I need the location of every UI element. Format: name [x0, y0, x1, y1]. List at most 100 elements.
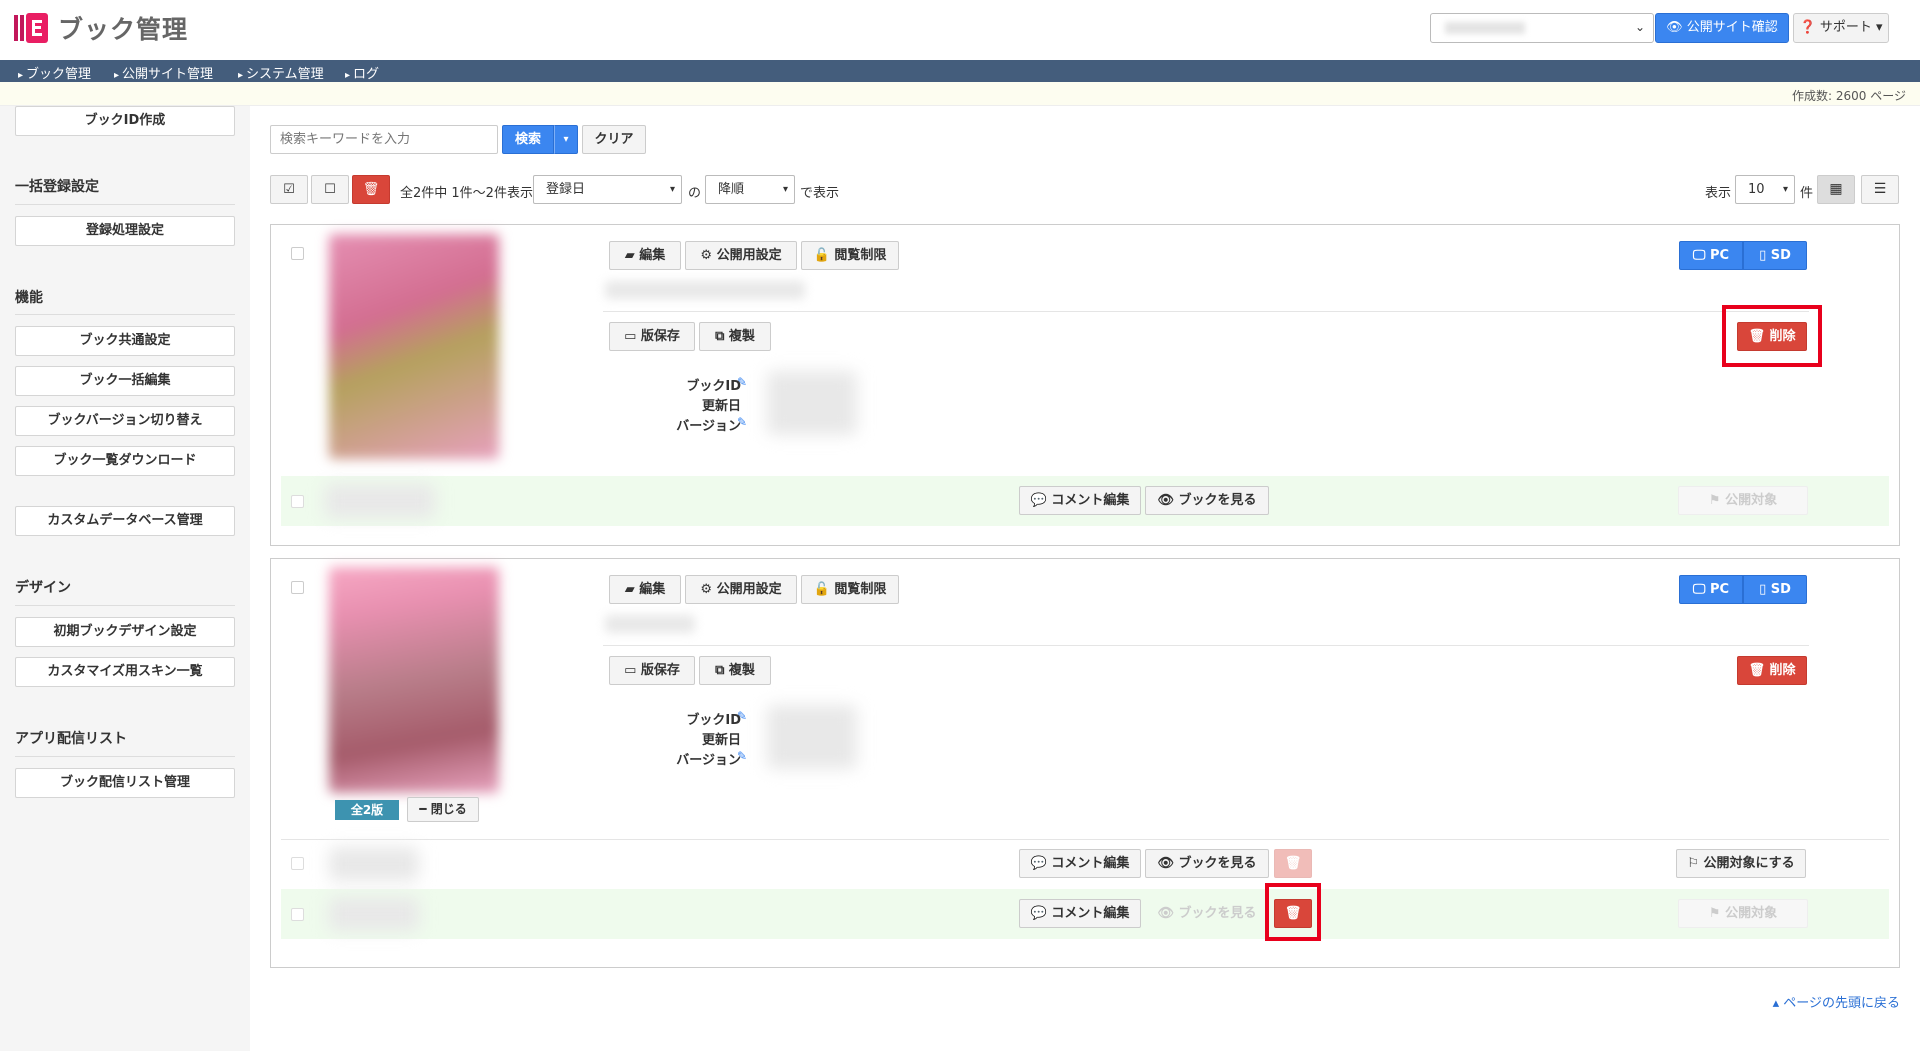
view-book-button-disabled[interactable]: 👁 ブックを見る [1145, 899, 1269, 928]
lock-icon: 🔓 [813, 248, 835, 263]
version-row: 💬 コメント編集 👁 ブックを見る ⚑ 公開対象 [281, 476, 1889, 526]
version-row: 💬 コメント編集 👁 ブックを見る 🗑 ⚑ 公開対象 [281, 883, 1889, 941]
version-select-checkbox[interactable] [291, 857, 304, 870]
copy-icon: ⧉ [715, 329, 729, 344]
sidebar-item-version-switch[interactable]: ブックバージョン切り替え [15, 406, 235, 436]
sidebar-item-initial-design[interactable]: 初期ブックデザイン設定 [15, 617, 235, 647]
duplicate-button[interactable]: ⧉ 複製 [699, 322, 771, 351]
sort-field-select[interactable]: 登録日 ▾ [533, 175, 682, 204]
support-dropdown-button[interactable]: ❓ サポート ▾ [1793, 13, 1889, 43]
pc-view-button[interactable]: 🖵 PC [1679, 575, 1743, 604]
nav-item-public-site[interactable]: 公開サイト管理 [114, 63, 213, 82]
nav-item-log[interactable]: ログ [345, 63, 379, 82]
divider [15, 605, 235, 606]
version-select-checkbox[interactable] [291, 495, 304, 508]
access-control-button[interactable]: 🔓 閲覧制限 [801, 575, 899, 604]
header: ブック管理 ⌄ 👁 公開サイト確認 ❓ サポート ▾ [0, 0, 1920, 60]
trash-icon: 🗑 [1748, 663, 1770, 678]
chevron-down-icon: ▾ [782, 184, 788, 195]
minus-icon: ━ [419, 802, 431, 816]
display-text: で表示 [800, 186, 840, 201]
select-all-button[interactable]: ☑ [270, 175, 308, 204]
save-version-button[interactable]: ▭ 版保存 [609, 322, 695, 351]
make-public-target-button[interactable]: ⚐ 公開対象にする [1676, 849, 1806, 878]
view-book-button[interactable]: 👁 ブックを見る [1145, 486, 1269, 515]
book-cover-thumbnail[interactable] [329, 234, 499, 459]
mobile-icon: ▯ [1759, 248, 1771, 263]
gear-icon: ⚙ [700, 248, 717, 263]
sidebar-section-title: 機能 [15, 290, 43, 306]
view-book-button[interactable]: 👁 ブックを見る [1145, 849, 1269, 878]
eye-icon: 👁 [1157, 856, 1179, 871]
pc-view-button[interactable]: 🖵 PC [1679, 241, 1743, 270]
save-version-button[interactable]: ▭ 版保存 [609, 656, 695, 685]
comment-edit-button[interactable]: 💬 コメント編集 [1019, 849, 1141, 878]
nav-item-system[interactable]: システム管理 [238, 63, 324, 82]
sort-order-select[interactable]: 降順 ▾ [705, 175, 795, 204]
divider [15, 204, 235, 205]
book-icon: ▰ [624, 582, 640, 597]
mobile-icon: ▯ [1759, 582, 1771, 597]
sidebar: ブックID作成 一括登録設定 登録処理設定 機能 ブック共通設定 ブック一括編集… [0, 106, 250, 1051]
create-book-id-button[interactable]: ブックID作成 [15, 106, 235, 136]
book-select-checkbox[interactable] [291, 581, 304, 594]
sidebar-item-custom-skins[interactable]: カスタマイズ用スキン一覧 [15, 657, 235, 687]
sd-view-button[interactable]: ▯ SD [1743, 241, 1807, 270]
back-to-top-link[interactable]: ▴ ページの先頭に戻る [1773, 992, 1900, 1011]
copy-icon: ⧉ [715, 663, 729, 678]
book-icon: ▰ [624, 248, 640, 263]
version-info-blurred [329, 897, 419, 931]
sidebar-item-bulk-edit[interactable]: ブック一括編集 [15, 366, 235, 396]
search-input[interactable] [270, 125, 498, 154]
duplicate-button[interactable]: ⧉ 複製 [699, 656, 771, 685]
divider [281, 839, 1889, 840]
sidebar-item-distribution-list[interactable]: ブック配信リスト管理 [15, 768, 235, 798]
site-select[interactable]: ⌄ [1430, 13, 1654, 43]
deselect-all-button[interactable]: ☐ [311, 175, 349, 204]
trash-icon: 🗑 [362, 182, 380, 197]
monitor-icon: 🖵 [1692, 582, 1710, 597]
book-title-blurred [605, 281, 805, 299]
search-button[interactable]: 検索 [502, 125, 554, 154]
bulk-delete-button[interactable]: 🗑 [352, 175, 390, 204]
access-control-button[interactable]: 🔓 閲覧制限 [801, 241, 899, 270]
edit-button[interactable]: ▰ 編集 [609, 241, 681, 270]
edit-button[interactable]: ▰ 編集 [609, 575, 681, 604]
book-meta-values-blurred [767, 371, 857, 435]
site-select-value [1445, 22, 1525, 34]
sidebar-item-common-settings[interactable]: ブック共通設定 [15, 326, 235, 356]
book-cover-thumbnail[interactable] [329, 567, 499, 793]
detail-view-button[interactable]: ▦ [1817, 175, 1855, 204]
delete-button[interactable]: 🗑 削除 [1737, 656, 1807, 685]
nav-item-book-management[interactable]: ブック管理 [18, 63, 91, 82]
clear-button[interactable]: クリア [582, 125, 646, 154]
compact-view-button[interactable]: ☰ [1861, 175, 1899, 204]
comment-edit-button[interactable]: 💬 コメント編集 [1019, 899, 1141, 928]
public-target-button[interactable]: ⚑ 公開対象 [1678, 899, 1808, 928]
gear-icon: ⚙ [700, 582, 717, 597]
search-options-dropdown[interactable]: ▾ [554, 125, 578, 154]
comment-edit-button[interactable]: 💬 コメント編集 [1019, 486, 1141, 515]
check-square-icon: ☑ [283, 182, 295, 197]
pencil-icon[interactable]: ✎ [737, 375, 747, 389]
per-page-select[interactable]: 10 ▾ [1735, 175, 1795, 204]
publish-settings-button[interactable]: ⚙ 公開用設定 [685, 241, 797, 270]
public-target-button[interactable]: ⚑ 公開対象 [1678, 486, 1808, 515]
book-card: 全2版 ━ 閉じる ▰ 編集 ⚙ 公開用設定 🔓 閲覧制限 🖵 PC ▯ SD … [270, 558, 1900, 968]
delete-version-button-disabled[interactable]: 🗑 [1274, 849, 1312, 878]
public-site-check-button[interactable]: 👁 公開サイト確認 [1655, 13, 1789, 43]
pencil-icon[interactable]: ✎ [737, 415, 747, 429]
pencil-icon[interactable]: ✎ [737, 709, 747, 723]
publish-settings-button[interactable]: ⚙ 公開用設定 [685, 575, 797, 604]
sd-view-button[interactable]: ▯ SD [1743, 575, 1807, 604]
book-select-checkbox[interactable] [291, 247, 304, 260]
app-title: ブック管理 [58, 15, 189, 44]
close-versions-button[interactable]: ━ 閉じる [407, 797, 479, 822]
page-count: 作成数: 2600 ページ [1792, 89, 1906, 103]
version-select-checkbox[interactable] [291, 908, 304, 921]
pencil-icon[interactable]: ✎ [737, 749, 747, 763]
sidebar-item-registration-settings[interactable]: 登録処理設定 [15, 216, 235, 246]
divider [603, 645, 1809, 646]
sidebar-item-list-download[interactable]: ブック一覧ダウンロード [15, 446, 235, 476]
sidebar-item-custom-database[interactable]: カスタムデータベース管理 [15, 506, 235, 536]
